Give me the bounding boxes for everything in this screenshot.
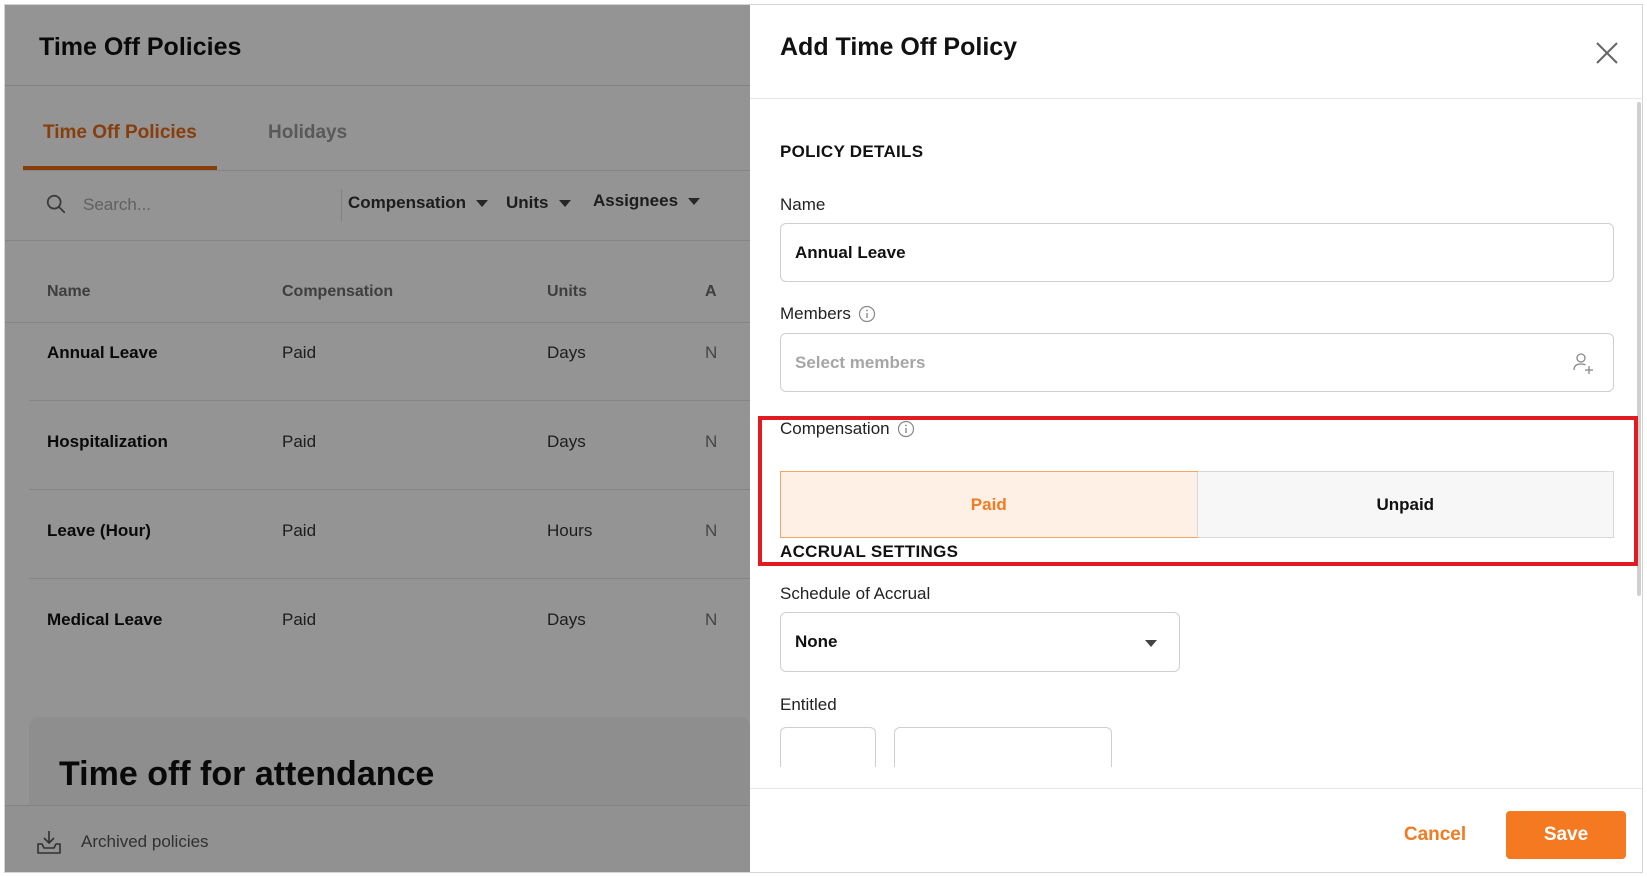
entitled-amount-input[interactable] — [780, 727, 876, 767]
save-button[interactable]: Save — [1506, 811, 1626, 859]
close-icon[interactable] — [1594, 40, 1620, 66]
members-input[interactable] — [781, 334, 1613, 391]
members-label-text: Members — [780, 304, 851, 323]
compensation-label: Compensation — [780, 419, 915, 439]
add-user-icon[interactable] — [1571, 351, 1595, 375]
members-label: Members — [780, 304, 876, 324]
entitled-unit-select[interactable] — [894, 727, 1112, 767]
compensation-toggle: Paid Unpaid — [780, 471, 1614, 538]
modal-backdrop[interactable] — [5, 5, 750, 872]
name-field[interactable] — [780, 223, 1614, 282]
compensation-paid-option[interactable]: Paid — [780, 471, 1198, 538]
info-icon[interactable] — [858, 305, 876, 323]
entitled-label: Entitled — [780, 695, 837, 715]
members-field[interactable] — [780, 333, 1614, 392]
name-label-text: Name — [780, 195, 826, 214]
add-policy-drawer: Add Time Off Policy POLICY DETAILS Name … — [750, 5, 1642, 872]
drawer-footer: Cancel Save — [750, 788, 1642, 872]
policies-page: Time Off Policies Time Off Policies Holi… — [5, 5, 750, 872]
drawer-header-divider — [750, 98, 1642, 99]
info-icon[interactable] — [897, 420, 915, 438]
schedule-value: None — [795, 632, 838, 651]
app-frame: Time Off Policies Time Off Policies Holi… — [4, 4, 1643, 873]
schedule-of-accrual-select[interactable]: None — [780, 612, 1180, 672]
drawer-title: Add Time Off Policy — [780, 33, 1018, 61]
entitled-label-text: Entitled — [780, 695, 837, 714]
chevron-down-icon — [1145, 640, 1157, 647]
compensation-unpaid-option[interactable]: Unpaid — [1196, 472, 1613, 537]
schedule-label-text: Schedule of Accrual — [780, 584, 931, 603]
drawer-scrollbar[interactable] — [1637, 102, 1641, 596]
policy-details-heading: POLICY DETAILS — [780, 142, 924, 161]
accrual-settings-heading: ACCRUAL SETTINGS — [780, 542, 959, 561]
cancel-button[interactable]: Cancel — [1390, 811, 1480, 859]
compensation-label-text: Compensation — [780, 419, 890, 438]
name-input[interactable] — [781, 224, 1613, 281]
schedule-label: Schedule of Accrual — [780, 584, 930, 604]
name-label: Name — [780, 195, 825, 215]
